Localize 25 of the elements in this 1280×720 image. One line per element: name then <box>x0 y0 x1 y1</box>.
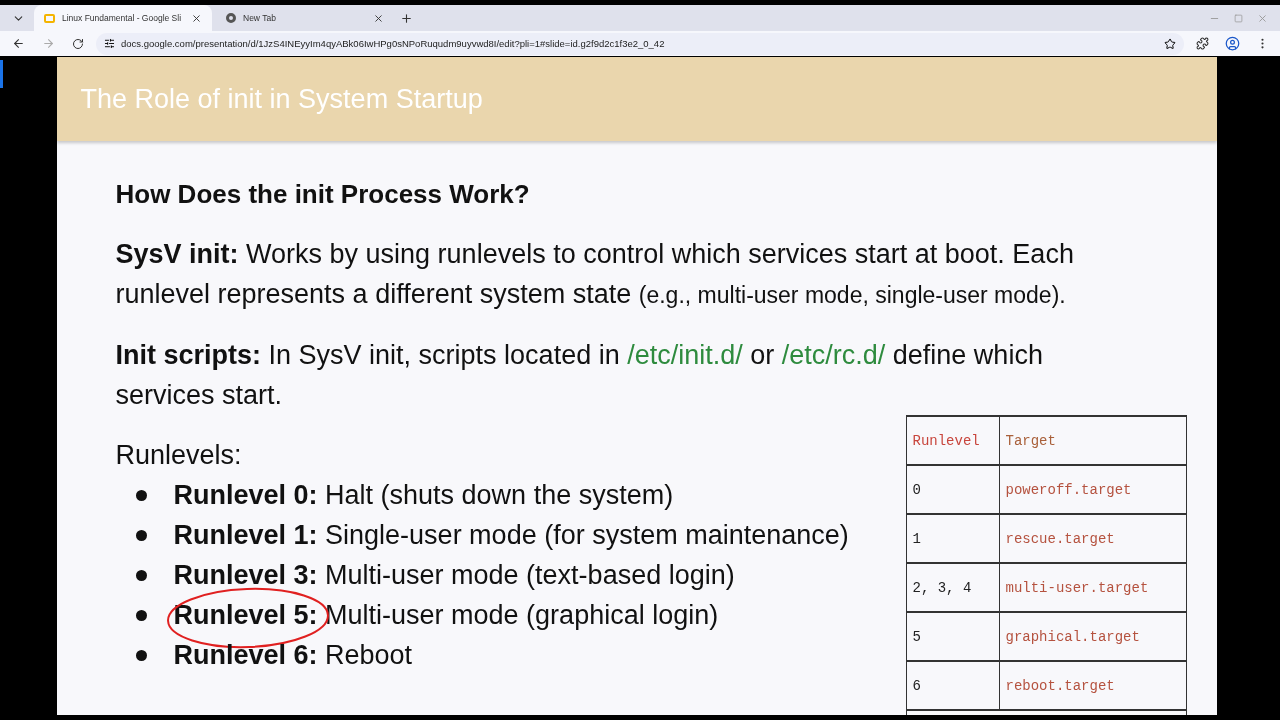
table-cell: 2, 3, 4 <box>906 564 1000 611</box>
column-header: Target <box>1004 431 1057 451</box>
paragraph: Init scripts: In SysV init, scripts located in /etc/init.d/ or /etc/rc.d/ define which services start. <box>115 339 1044 412</box>
table-cell: 6 <box>906 662 1000 709</box>
table-cell: 1 <box>906 515 1000 562</box>
slide-heading: How Does the init Process Work? <box>115 178 531 211</box>
browser-tab[interactable]: Linux Fundamental - Google Sli <box>34 5 212 31</box>
table-cell-text: multi-user.target <box>1004 578 1150 598</box>
table-cell-text: reboot.target <box>1004 676 1116 696</box>
slide-title: The Role of init in System Startup <box>80 83 483 115</box>
list-item: Runlevel 1: Single-user mode (for system maintenance) <box>173 519 849 552</box>
browser-tab[interactable]: New Tab <box>216 5 394 31</box>
list-label: Runlevels: <box>115 439 243 472</box>
list-item: Runlevel 0: Halt (shuts down the system) <box>173 479 674 512</box>
table-cell: 5 <box>906 613 1000 660</box>
list-item: Runlevel 5: Multi-user mode (graphical login) <box>173 595 719 635</box>
list-item: Runlevel 6: Reboot <box>173 639 413 672</box>
paragraph: SysV init: Works by using runlevels to control which services start at boot. Each runlevel represents a different system state (e.g., multi-user mode, single-user mode). <box>115 238 1075 311</box>
table-cell-text: poweroff.target <box>1004 480 1133 500</box>
table-cell-text: graphical.target <box>1004 627 1141 647</box>
table-cell-text: rescue.target <box>1004 529 1116 549</box>
table-cell: 0 <box>906 466 1000 513</box>
list-item: Runlevel 3: Multi-user mode (text-based login) <box>173 559 735 592</box>
column-header: Runlevel <box>906 417 1000 464</box>
address-field[interactable]: docs.google.com/presentation/d/1JzS4INEyyIm4qyABk06IwHPg0sNPoRuqudm9uyvwd8I/edit?pli=1#slide=id.g2f9d2c1f3e2_0_42 <box>96 32 1184 55</box>
